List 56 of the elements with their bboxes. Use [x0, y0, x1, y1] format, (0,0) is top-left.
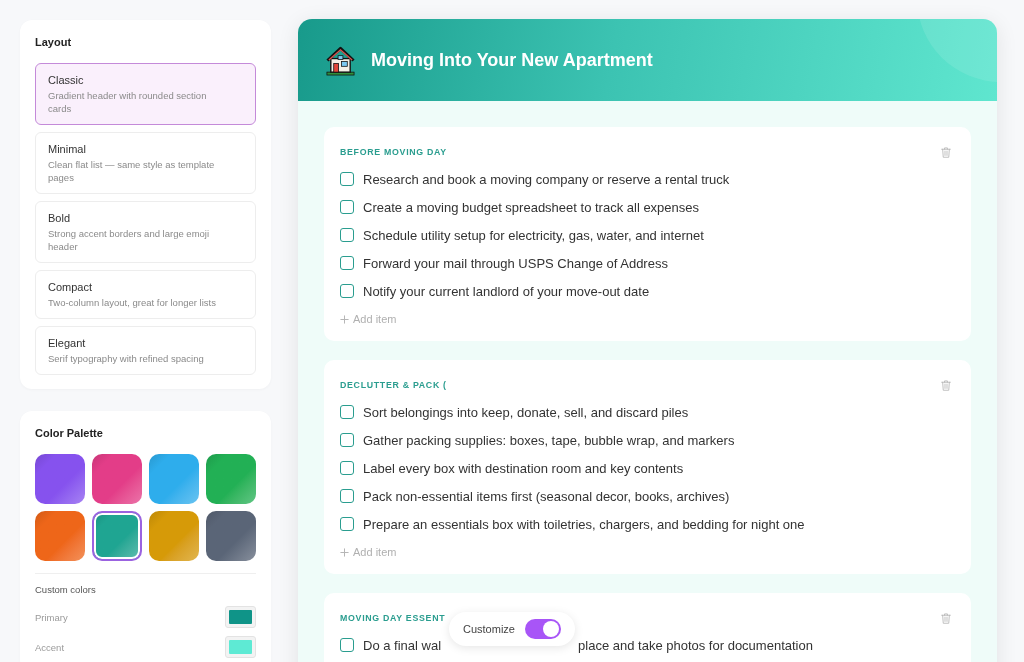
- color-swatch-icon[interactable]: [35, 454, 85, 504]
- layout-option[interactable]: Compact Two-column layout, great for longer lists: [35, 270, 256, 319]
- item-text: Gather packing supplies: boxes, tape, bubble wrap, and markers: [363, 432, 735, 448]
- panel-title: Color Palette: [35, 427, 104, 440]
- layout-option[interactable]: Classic Gradient header with rounded section cards: [35, 63, 256, 125]
- layout-option[interactable]: Elegant Serif typography with refined spacing: [35, 326, 256, 375]
- color-swatch-icon[interactable]: [35, 511, 85, 561]
- color-swatch-icon[interactable]: [92, 511, 142, 561]
- customize-label: Customize: [463, 623, 515, 635]
- color-swatch-icon[interactable]: [149, 511, 199, 561]
- item-text: Research and book a moving company or reserve a rental truck: [363, 171, 730, 187]
- item-text: Create a moving budget spreadsheet to track all expenses: [363, 199, 700, 215]
- item-text: Schedule utility setup for electricity, gas, water, and internet: [363, 227, 704, 243]
- section-title: MOVING DAY ESSENT: [340, 612, 446, 624]
- checkbox[interactable]: [340, 433, 354, 447]
- trash-icon: [941, 146, 951, 158]
- color-swatch-icon[interactable]: [206, 454, 256, 504]
- panel-title: Layout: [35, 36, 73, 49]
- color-swatch-icon[interactable]: [206, 511, 256, 561]
- toggle-switch[interactable]: [525, 619, 561, 639]
- color-swatch-icon[interactable]: [92, 454, 142, 504]
- checkbox[interactable]: [340, 284, 354, 298]
- checkbox[interactable]: [340, 405, 354, 419]
- plus-icon: [340, 314, 349, 324]
- checkbox[interactable]: [340, 228, 354, 242]
- item-text: Label every box with destination room and key contents: [363, 460, 684, 476]
- item-text: Do a final wal: [363, 637, 442, 653]
- color-label: Accent: [35, 641, 65, 653]
- layout-option[interactable]: Bold Strong accent borders and large emoji header: [35, 201, 256, 263]
- item-text: Prepare an essentials box with toiletries, chargers, and bedding for night one: [363, 516, 805, 532]
- layout-option[interactable]: Minimal Clean flat list — same style as template pages: [35, 132, 256, 194]
- checklist-title: Moving Into Your New Apartment: [371, 49, 653, 71]
- item-text: Sort belongings into keep, donate, sell, and discard piles: [363, 404, 689, 420]
- delete-section-button[interactable]: [941, 146, 951, 158]
- item-text: place and take photos for documentation: [578, 637, 813, 653]
- delete-section-button[interactable]: [941, 612, 951, 624]
- item-text: Pack non-essential items first (seasonal decor, books, archives): [363, 488, 730, 504]
- custom-colors-label: Custom colors: [35, 584, 97, 596]
- delete-section-button[interactable]: [941, 379, 951, 391]
- checkbox[interactable]: [340, 461, 354, 475]
- checkbox[interactable]: [340, 489, 354, 503]
- section-title: BEFORE MOVING DAY: [340, 146, 447, 158]
- checkbox[interactable]: [340, 638, 354, 652]
- section-title: DECLUTTER & PACK (: [340, 379, 447, 391]
- checkbox[interactable]: [340, 517, 354, 531]
- checkbox[interactable]: [340, 172, 354, 186]
- trash-icon: [941, 612, 951, 624]
- color-swatch-icon[interactable]: [149, 454, 199, 504]
- item-text: Notify your current landlord of your move-out date: [363, 283, 650, 299]
- color-label: Primary: [35, 611, 68, 623]
- checkbox[interactable]: [340, 200, 354, 214]
- item-text: Forward your mail through USPS Change of Address: [363, 255, 668, 271]
- house-icon: [325, 44, 356, 76]
- trash-icon: [941, 379, 951, 391]
- plus-icon: [340, 547, 349, 557]
- checkbox[interactable]: [340, 256, 354, 270]
